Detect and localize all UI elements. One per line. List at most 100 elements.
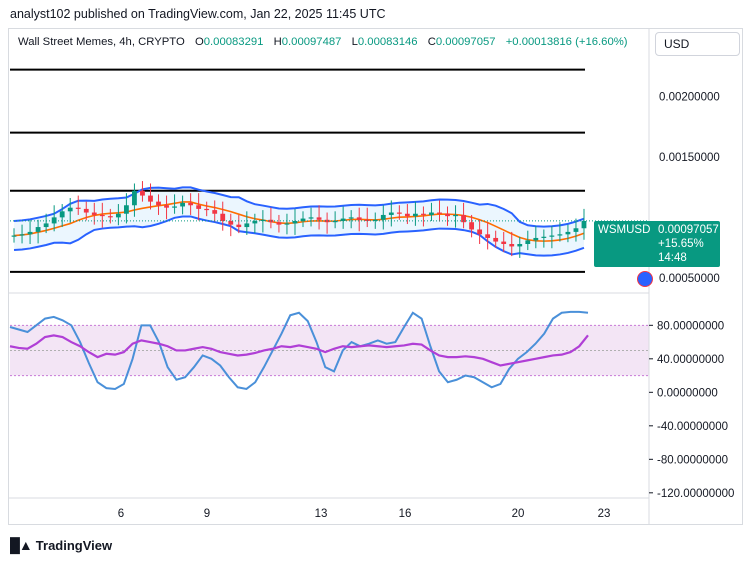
candle-body-59 <box>485 234 491 238</box>
candle-body-25 <box>212 210 218 214</box>
candle-body-4 <box>43 223 49 228</box>
candle-body-6 <box>59 211 65 218</box>
candle-body-57 <box>469 222 475 230</box>
candle-body-0 <box>11 235 17 237</box>
legend-change: +0.00013816 (+16.60%) <box>505 36 628 48</box>
candle-body-23 <box>196 205 202 209</box>
candle-body-48 <box>396 212 402 214</box>
candle-body-22 <box>188 202 194 206</box>
candle-body-61 <box>501 241 507 244</box>
candle-body-69 <box>565 231 571 235</box>
candle-body-10 <box>91 212 97 215</box>
candle-body-2 <box>27 231 33 235</box>
candle-body-67 <box>549 235 555 237</box>
candle-body-14 <box>123 205 129 214</box>
candle-body-26 <box>220 213 226 221</box>
candle-body-52 <box>429 212 434 215</box>
footer-brand-label: TradingView <box>35 537 113 553</box>
time-tick-1: 9 <box>204 508 210 520</box>
time-tick-4: 20 <box>512 508 525 520</box>
currency-button[interactable]: USD <box>655 32 740 56</box>
candle-body-28 <box>236 224 242 228</box>
candle-body-62 <box>509 244 515 247</box>
candle-body-54 <box>445 213 450 217</box>
candle-body-29 <box>244 223 250 228</box>
price-tag-change: +15.65% <box>658 238 704 250</box>
legend-low: 0.00083146 <box>357 36 418 48</box>
candle-body-24 <box>204 208 210 211</box>
last-price-tag: WSMUSD 0.00097057 +15.65% 14:48 <box>594 221 720 267</box>
candle-body-66 <box>541 236 547 238</box>
price-pane <box>10 68 649 273</box>
price-tick-2: 0.00050000 <box>659 273 720 285</box>
candle-body-38 <box>316 217 322 220</box>
candle-body-60 <box>493 237 499 242</box>
candle-body-19 <box>164 205 169 208</box>
candle-body-37 <box>308 217 314 219</box>
candle-body-7 <box>67 207 73 212</box>
candle-body-40 <box>332 221 338 223</box>
stoch-tick-4: -80.00000000 <box>657 454 728 466</box>
candle-body-51 <box>421 213 426 215</box>
candle-body-15 <box>132 190 137 206</box>
time-tick-2: 13 <box>315 508 328 520</box>
stochastic-axis: 80.00000000 40.00000000 0.00000000 -40.0000… <box>649 320 734 500</box>
candle-body-12 <box>107 216 113 218</box>
legend-close-label: C <box>427 36 436 48</box>
price-tag-symbol: WSMUSD <box>598 224 651 236</box>
candle-body-70 <box>573 228 579 232</box>
candle-body-42 <box>348 217 354 219</box>
candle-body-9 <box>83 208 89 213</box>
time-axis: 6 9 13 16 20 23 <box>118 508 611 520</box>
legend-high: 0.00097487 <box>281 36 342 48</box>
candle-body-55 <box>453 214 458 217</box>
price-tick-0: 0.00200000 <box>659 91 720 103</box>
candle-body-1 <box>19 234 25 236</box>
candle-body-34 <box>284 223 290 225</box>
price-tag-countdown: 14:48 <box>658 252 687 264</box>
tradingview-logo-icon: █▲ <box>10 537 33 553</box>
candle-body-58 <box>477 229 483 235</box>
candle-body-63 <box>517 244 523 247</box>
stochastic-pane <box>9 310 649 391</box>
time-tick-5: 23 <box>598 508 611 520</box>
legend-open: 0.00083291 <box>203 36 264 48</box>
us-flag-icon <box>637 271 653 287</box>
footer-brand[interactable]: █▲ TradingView <box>10 537 112 553</box>
candle-body-20 <box>172 206 177 208</box>
stoch-tick-0: 80.00000000 <box>657 320 724 332</box>
candle-body-21 <box>180 202 186 207</box>
time-tick-3: 16 <box>399 508 412 520</box>
candle-body-11 <box>99 214 105 217</box>
candle-body-53 <box>437 212 442 214</box>
candle-body-33 <box>276 222 282 225</box>
stoch-tick-1: 40.00000000 <box>657 354 724 366</box>
candle-body-46 <box>380 214 386 220</box>
time-tick-0: 6 <box>118 508 124 520</box>
candle-body-47 <box>388 212 394 215</box>
stoch-tick-3: -40.00000000 <box>657 421 728 433</box>
candle-body-17 <box>148 195 153 202</box>
chart-legend: Wall Street Memes, 4h, CRYPTO O0.0008329… <box>18 36 628 48</box>
candle-body-3 <box>35 227 41 232</box>
legend-high-label: H <box>273 36 282 48</box>
price-tick-1: 0.00150000 <box>659 152 720 164</box>
candle-body-68 <box>557 234 563 236</box>
stoch-tick-2: 0.00000000 <box>657 387 718 399</box>
candle-body-50 <box>412 213 418 217</box>
stoch-tick-5: -120.00000000 <box>657 488 734 500</box>
candle-body-27 <box>228 221 234 225</box>
candle-body-65 <box>533 237 539 241</box>
legend-open-label: O <box>194 36 204 48</box>
candle-body-32 <box>268 219 274 223</box>
candle-body-18 <box>156 201 161 206</box>
price-tag-value: 0.00097057 <box>658 224 719 236</box>
candle-body-8 <box>75 207 81 209</box>
candle-body-49 <box>404 213 410 217</box>
candle-body-43 <box>356 217 362 220</box>
candle-body-35 <box>292 221 298 224</box>
candle-body-5 <box>51 217 57 224</box>
candle-body-13 <box>115 213 121 218</box>
legend-close: 0.00097057 <box>435 36 496 48</box>
candle-body-64 <box>525 240 531 244</box>
